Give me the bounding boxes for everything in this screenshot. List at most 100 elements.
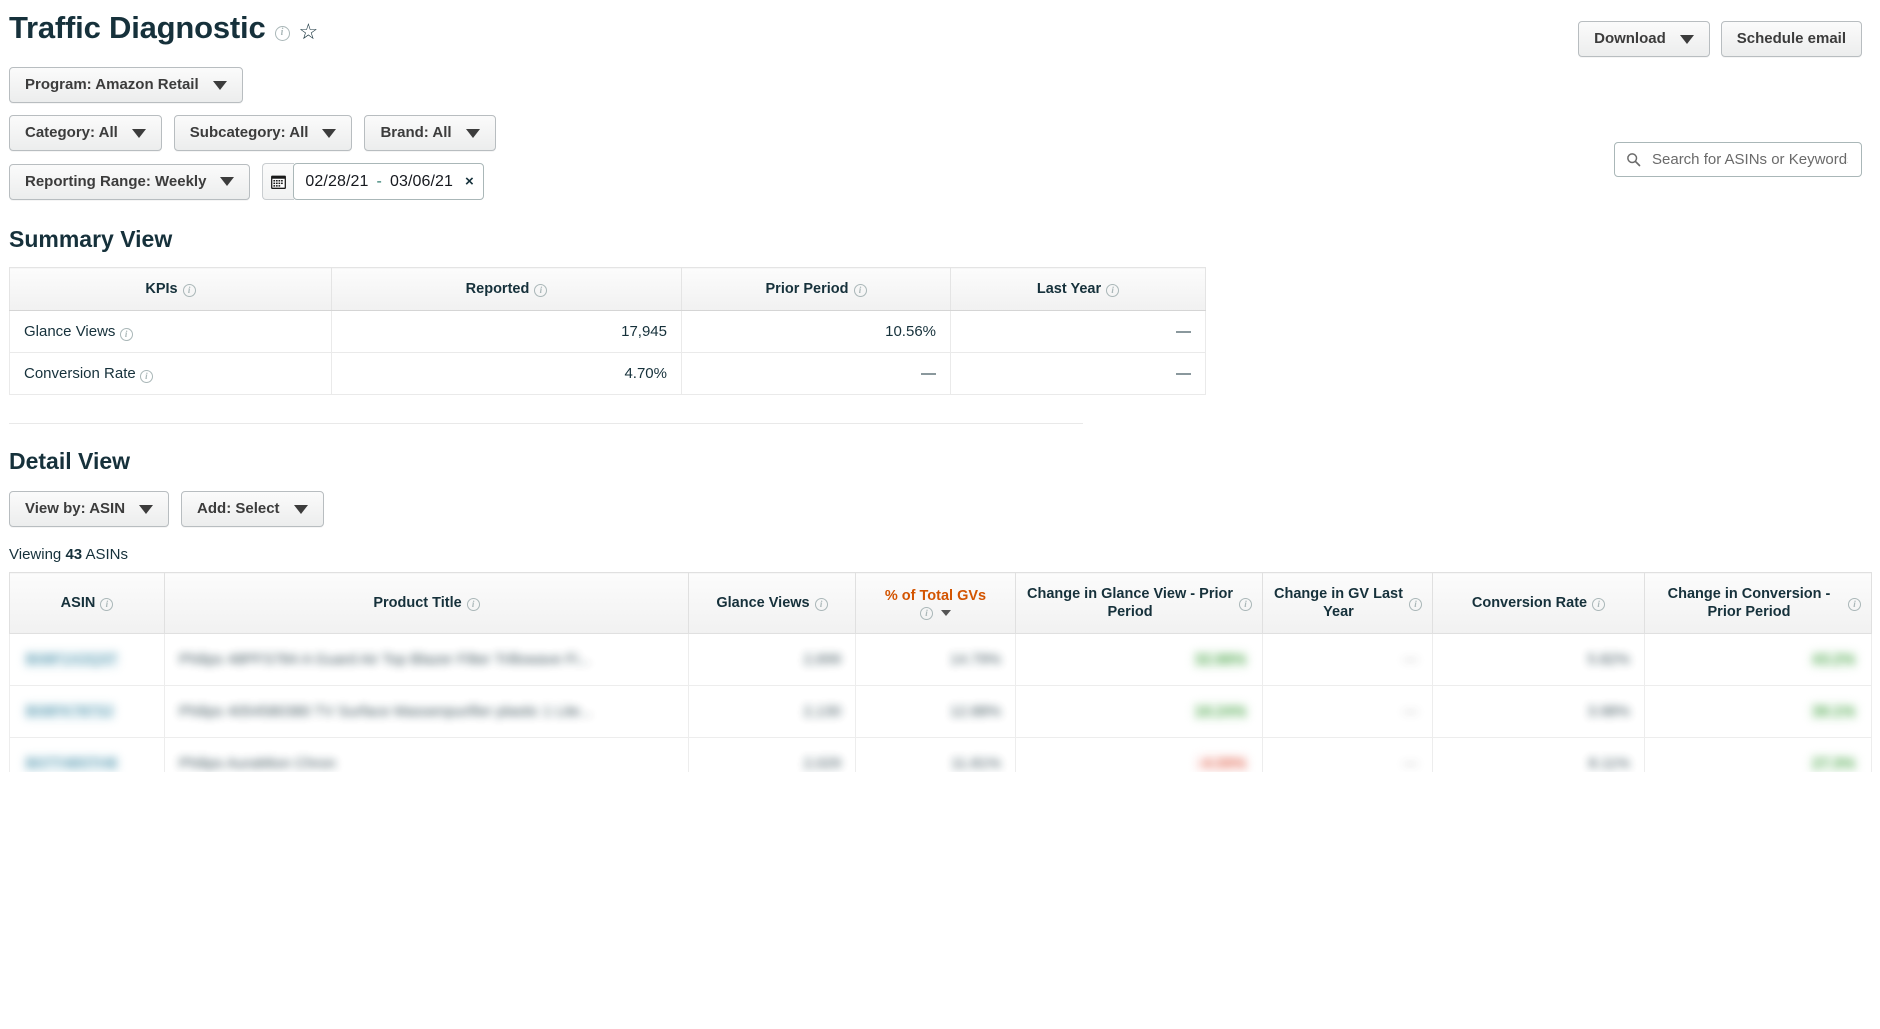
chevron-down-icon: [294, 505, 308, 514]
info-icon[interactable]: i: [183, 284, 196, 297]
detail-col-pct-total-gvs[interactable]: % of Total GVs i: [856, 573, 1016, 634]
summary-table-header-row: KPIsi Reportedi Prior Periodi Last Yeari: [10, 268, 1206, 311]
redacted-value: 2,029: [803, 755, 841, 772]
cell-asin: B08F1X2Q37: [10, 634, 165, 686]
viewing-count-line: Viewing 43 ASINs: [0, 546, 1880, 563]
filter-row-date: Reporting Range: Weekly: [9, 163, 1871, 200]
redacted-value: B08F1X2Q37: [24, 651, 119, 668]
table-row[interactable]: B07T4B5TH8 Philips AuraMion Chron 2,029 11.…: [10, 738, 1872, 772]
viewing-prefix: Viewing: [9, 546, 61, 563]
download-button[interactable]: Download: [1578, 21, 1710, 57]
program-filter[interactable]: Program: Amazon Retail: [9, 67, 243, 103]
summary-reported-value: 17,945: [332, 311, 682, 353]
detail-col-asin[interactable]: ASIN i: [10, 573, 165, 634]
reporting-range-filter[interactable]: Reporting Range: Weekly: [9, 164, 250, 200]
category-filter[interactable]: Category: All: [9, 115, 162, 151]
chevron-down-icon: [139, 505, 153, 514]
redacted-value: 8.11%: [1589, 755, 1630, 772]
summary-last-year-value: —: [951, 311, 1206, 353]
info-icon[interactable]: i: [467, 598, 480, 611]
detail-col-conversion-rate[interactable]: Conversion Ratei: [1433, 573, 1645, 634]
brand-filter[interactable]: Brand: All: [364, 115, 495, 151]
detail-col-change-gv-last-year-label: Change in GV Last Year: [1273, 585, 1404, 621]
redacted-value: Philips 4054580380 TV Surface Massenpuri…: [179, 703, 592, 720]
table-row: Conversion Rate i 4.70% — —: [10, 353, 1206, 395]
table-row[interactable]: B08FK7873J Philips 4054580380 TV Surface …: [10, 686, 1872, 738]
redacted-value: —: [1403, 651, 1418, 668]
chevron-down-icon: [132, 129, 146, 138]
info-icon[interactable]: i: [1592, 598, 1605, 611]
redacted-value: B08FK7873J: [24, 703, 115, 720]
cell-change-gv-last-year: —: [1263, 738, 1433, 772]
date-range-picker[interactable]: 02/28/21 - 03/06/21 ×: [262, 163, 484, 200]
summary-col-last-year-label: Last Year: [1037, 280, 1101, 298]
table-row[interactable]: B08F1X2Q37Philips 48PFS784 A Guard Air T…: [10, 634, 1872, 686]
sort-descending-icon[interactable]: [941, 610, 951, 616]
redacted-value: 12.88%: [950, 703, 1001, 720]
add-select-button-label: Add: Select: [197, 500, 280, 518]
add-select-button[interactable]: Add: Select: [181, 491, 324, 527]
detail-col-product-title[interactable]: Product Titlei: [165, 573, 689, 634]
filter-row-taxonomy: Category: All Subcategory: All Brand: Al…: [9, 115, 1871, 151]
summary-prior-period-value: —: [682, 353, 951, 395]
detail-col-glance-views[interactable]: Glance Views i: [689, 573, 856, 634]
detail-col-change-gv-last-year[interactable]: Change in GV Last Year i: [1263, 573, 1433, 634]
cell-conversion-rate: 5.82%: [1433, 634, 1645, 686]
summary-reported-value: 4.70%: [332, 353, 682, 395]
filter-panel: Program: Amazon Retail Category: All Sub…: [0, 57, 1880, 200]
cell-change-gv-prior: 16.24%: [1016, 686, 1263, 738]
info-icon[interactable]: i: [534, 284, 547, 297]
info-icon[interactable]: i: [275, 26, 290, 41]
star-icon[interactable]: ☆: [299, 21, 319, 43]
info-icon[interactable]: i: [120, 328, 133, 341]
cell-pct-total-gvs: 14.79%: [856, 634, 1016, 686]
clear-date-icon[interactable]: ×: [461, 173, 474, 190]
info-icon[interactable]: i: [854, 284, 867, 297]
brand-filter-label: Brand: All: [380, 124, 451, 142]
chevron-down-icon: [213, 81, 227, 90]
info-icon[interactable]: i: [1848, 598, 1861, 611]
chevron-down-icon: [220, 177, 234, 186]
calendar-icon[interactable]: [262, 163, 294, 200]
detail-col-change-gv-prior[interactable]: Change in Glance View - Prior Period i: [1016, 573, 1263, 634]
summary-kpi-name: Conversion Rate i: [10, 353, 332, 395]
schedule-email-button[interactable]: Schedule email: [1721, 21, 1862, 57]
info-icon[interactable]: i: [1409, 598, 1422, 611]
redacted-value: Philips AuraMion Chron: [179, 755, 336, 772]
info-icon[interactable]: i: [1106, 284, 1119, 297]
cell-pct-total-gvs: 11.81%: [856, 738, 1016, 772]
summary-col-kpis[interactable]: KPIsi: [10, 268, 332, 311]
viewing-suffix: ASINs: [85, 546, 128, 563]
detail-col-asin-label: ASIN: [61, 594, 96, 612]
summary-col-prior-period[interactable]: Prior Periodi: [682, 268, 951, 311]
detail-col-glance-views-label: Glance Views: [716, 594, 809, 612]
title-row: Traffic Diagnostic i ☆: [9, 12, 318, 45]
cell-change-gv-last-year: —: [1263, 686, 1433, 738]
view-by-button[interactable]: View by: ASIN: [9, 491, 169, 527]
summary-col-reported[interactable]: Reportedi: [332, 268, 682, 311]
info-icon[interactable]: i: [815, 598, 828, 611]
redacted-value: -4.09%: [1196, 755, 1248, 772]
info-icon[interactable]: i: [1239, 598, 1252, 611]
summary-col-last-year[interactable]: Last Year i: [951, 268, 1206, 311]
cell-asin: B08FK7873J: [10, 686, 165, 738]
detail-col-change-gv-prior-label: Change in Glance View - Prior Period: [1026, 585, 1234, 621]
info-icon[interactable]: i: [920, 607, 933, 620]
info-icon[interactable]: i: [140, 370, 153, 383]
summary-view-heading: Summary View: [0, 226, 1880, 253]
table-row: Glance Views i 17,945 10.56% —: [10, 311, 1206, 353]
date-range-field[interactable]: 02/28/21 - 03/06/21 ×: [293, 163, 484, 200]
info-icon[interactable]: i: [100, 598, 113, 611]
search-input[interactable]: [1650, 150, 1850, 169]
detail-view-heading: Detail View: [0, 448, 1880, 475]
search-box[interactable]: [1614, 142, 1862, 177]
header-actions: Download Schedule email: [1578, 12, 1862, 57]
cell-asin: B07T4B5TH8: [10, 738, 165, 772]
download-button-label: Download: [1594, 30, 1666, 48]
subcategory-filter[interactable]: Subcategory: All: [174, 115, 353, 151]
redacted-value: 11.81%: [951, 755, 1001, 772]
detail-controls: View by: ASIN Add: Select: [0, 475, 1880, 527]
summary-col-kpis-label: KPIs: [145, 280, 177, 298]
reporting-range-filter-label: Reporting Range: Weekly: [25, 173, 206, 191]
detail-col-change-conv-prior[interactable]: Change in Conversion - Prior Periodi: [1645, 573, 1872, 634]
